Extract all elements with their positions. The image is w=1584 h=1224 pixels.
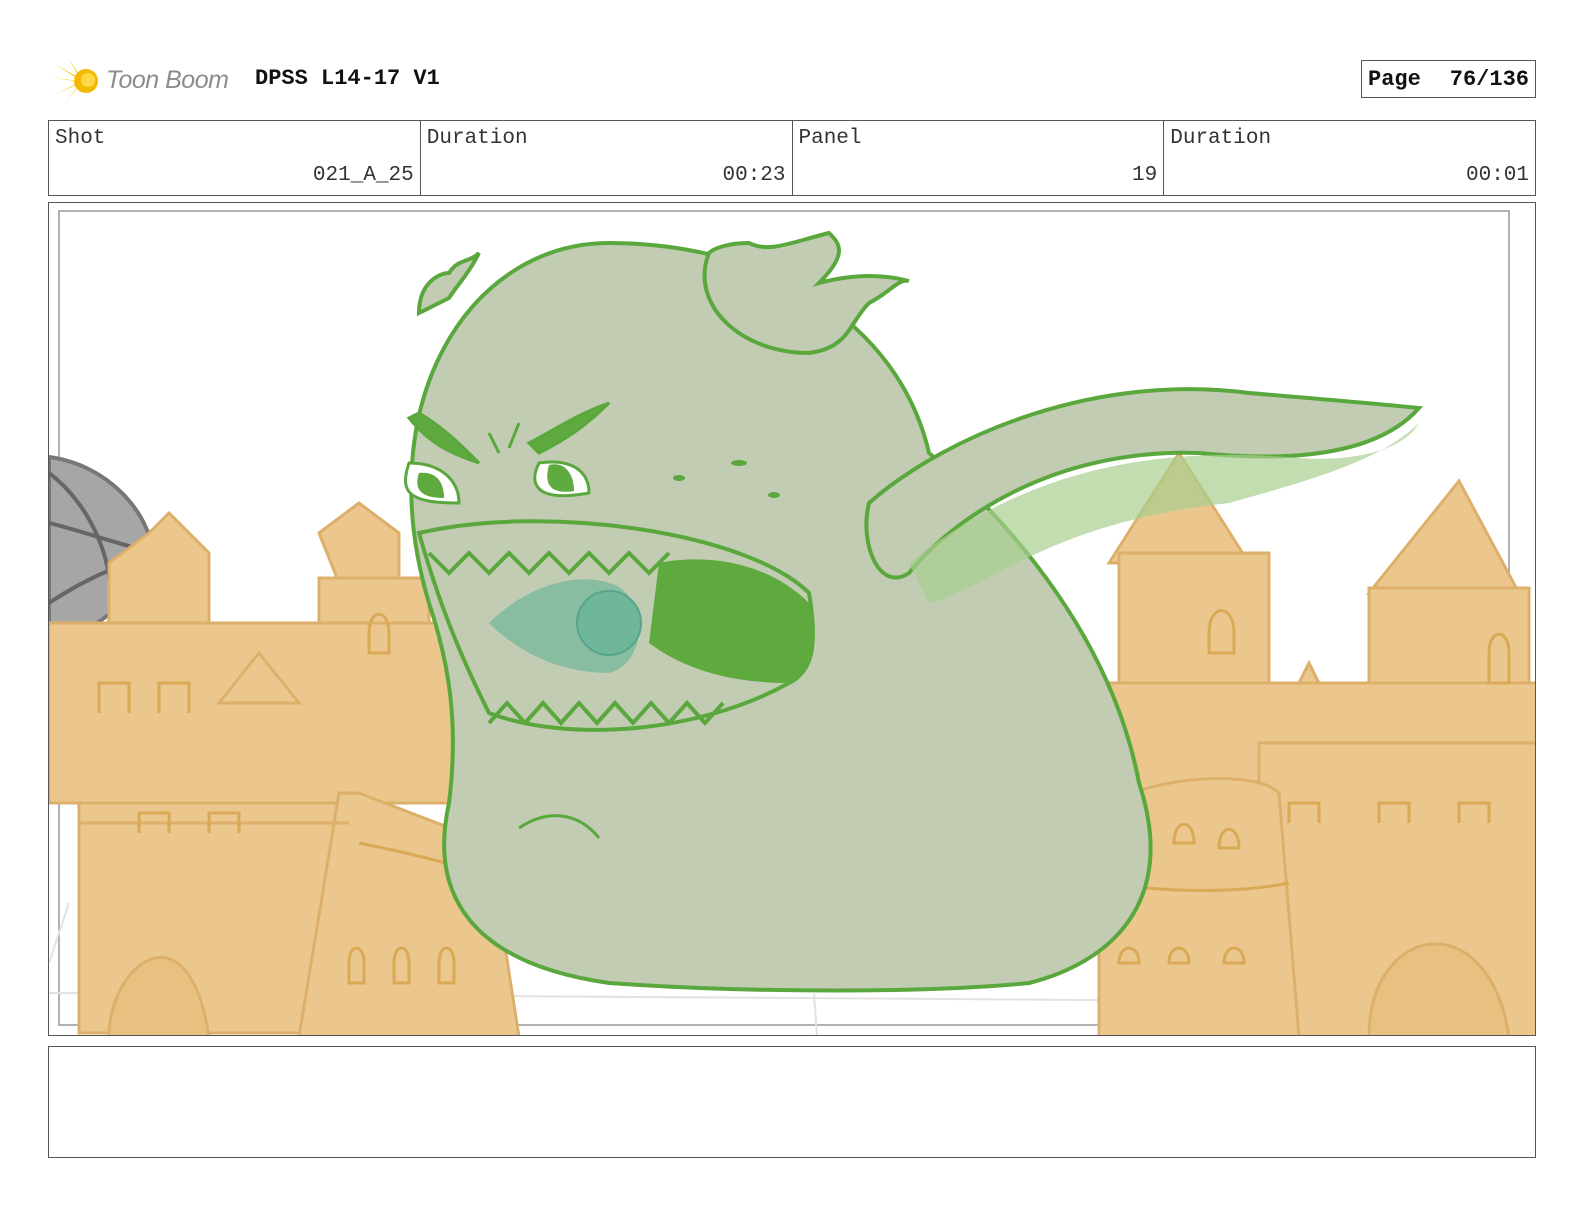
- panel-duration-label: Duration: [1170, 127, 1272, 150]
- storyboard-header: Toon Boom DPSS L14-17 V1 Page 76/136: [48, 52, 1536, 108]
- starburst-icon: [52, 58, 98, 104]
- toon-boom-logo: Toon Boom: [52, 56, 242, 106]
- storyboard-panel: [48, 202, 1536, 1036]
- shot-duration-label: Duration: [426, 127, 528, 150]
- right-sandcastles: [1097, 450, 1535, 1035]
- shot-duration-cell: Duration 00:23: [421, 121, 793, 195]
- shot-label: Shot: [55, 127, 106, 150]
- shot-value: 021_A_25: [312, 164, 414, 187]
- panel-duration-cell: Duration 00:01: [1164, 121, 1535, 195]
- panel-cell: Panel 19: [793, 121, 1165, 195]
- shot-cell: Shot 021_A_25: [49, 121, 421, 195]
- logo-text: Toon Boom: [106, 66, 229, 94]
- page-counter: Page 76/136: [1361, 60, 1536, 98]
- panel-label: Panel: [798, 127, 862, 150]
- document-title: DPSS L14-17 V1: [255, 66, 440, 91]
- shot-info-row: Shot 021_A_25 Duration 00:23 Panel 19 Du…: [48, 120, 1536, 196]
- page-value: 76/136: [1449, 66, 1529, 92]
- panel-duration-value: 00:01: [1465, 164, 1529, 187]
- panel-value: 19: [1132, 164, 1158, 187]
- page-label: Page: [1368, 66, 1421, 92]
- shot-duration-value: 00:23: [722, 164, 786, 187]
- panel-notes-box: [48, 1046, 1536, 1158]
- panel-drawing: [49, 210, 1535, 1035]
